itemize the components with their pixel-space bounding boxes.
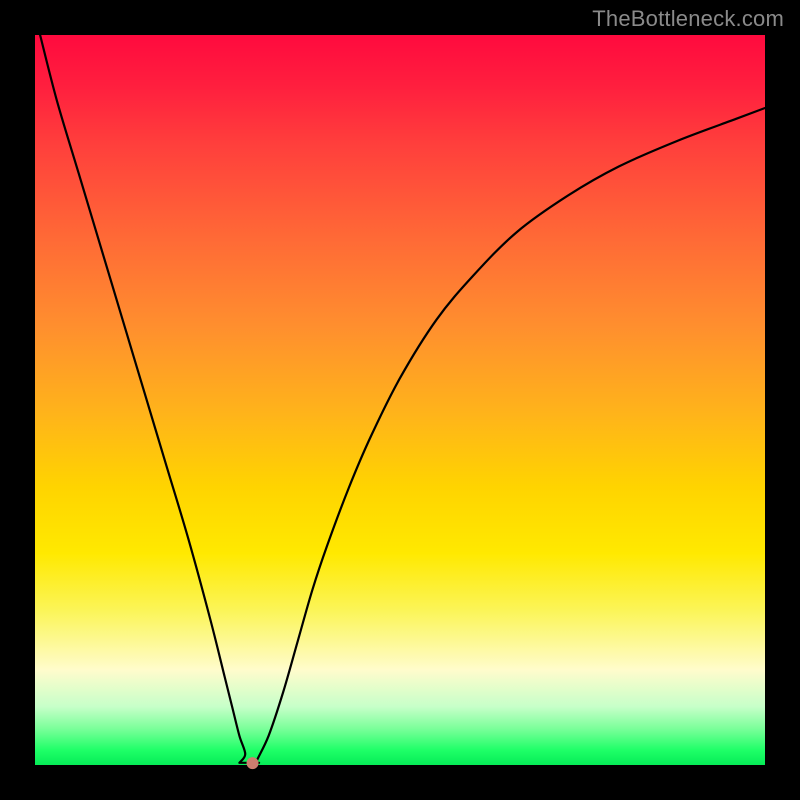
curve-svg <box>35 35 765 765</box>
bottleneck-curve <box>40 35 765 764</box>
plot-area <box>35 35 765 765</box>
minimum-marker-dot <box>247 757 259 769</box>
watermark-text: TheBottleneck.com <box>592 6 784 32</box>
chart-stage: TheBottleneck.com <box>0 0 800 800</box>
